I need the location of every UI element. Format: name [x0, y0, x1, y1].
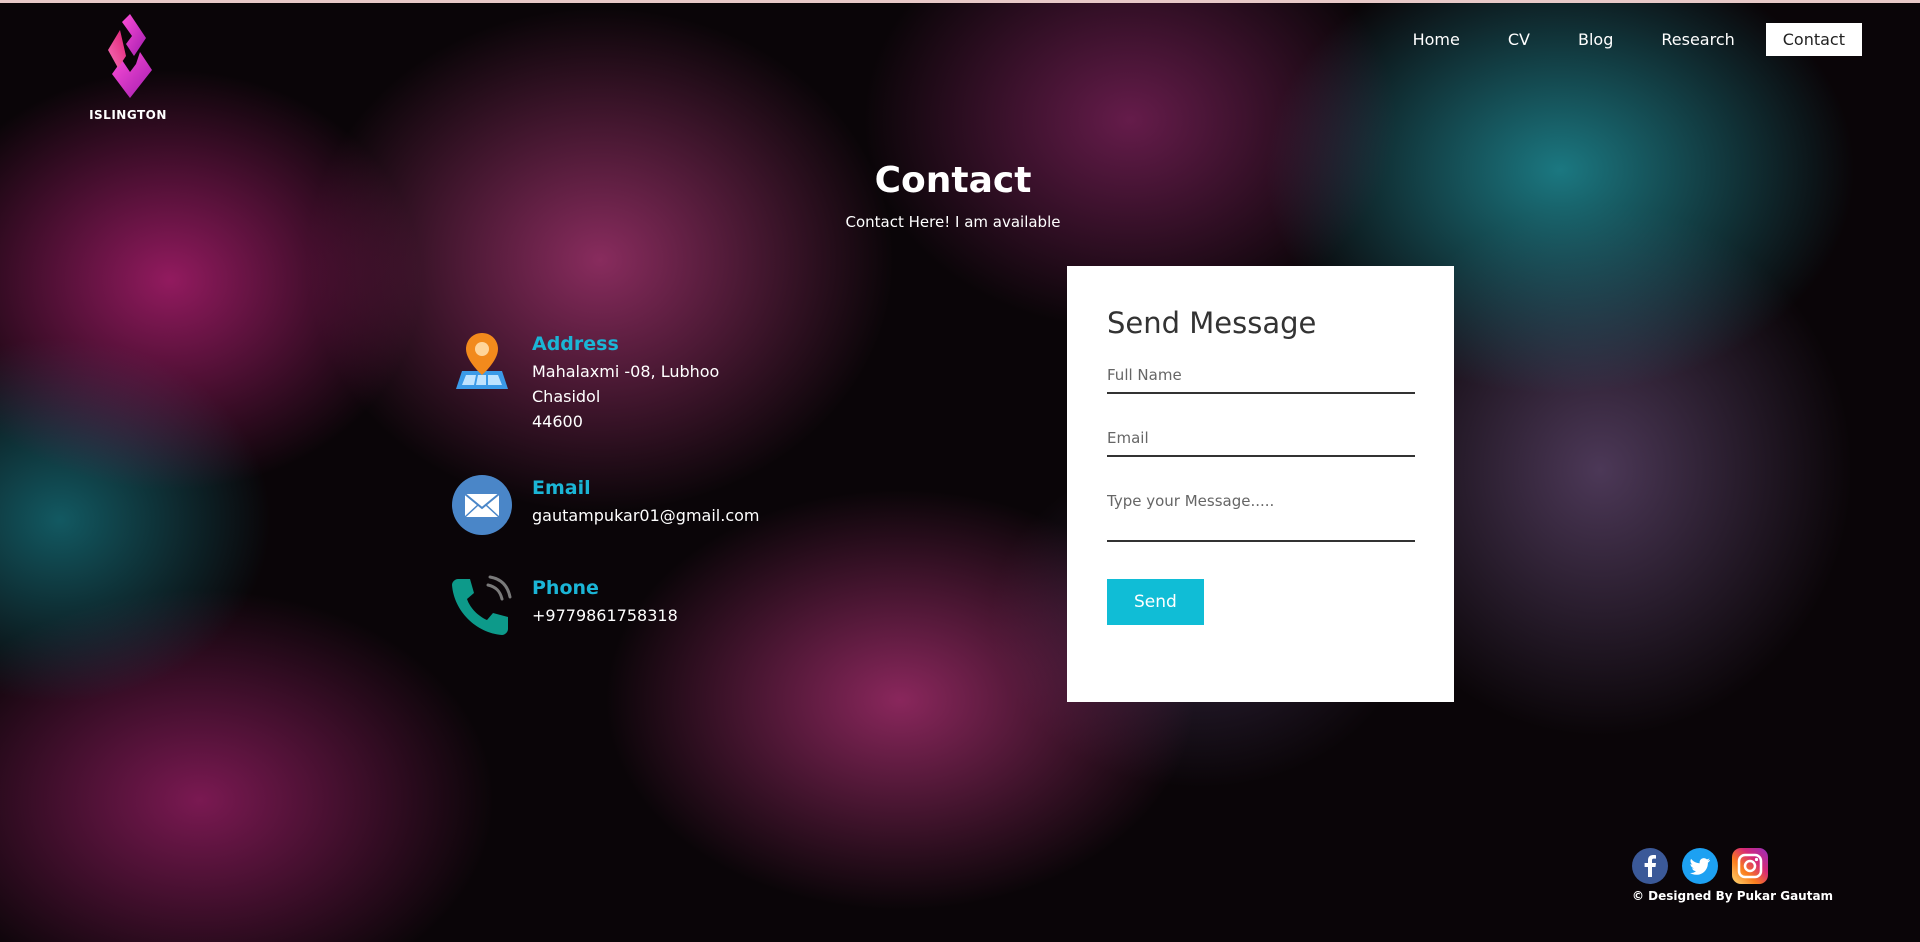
message-textarea[interactable] [1107, 484, 1415, 542]
page-heading: Contact Contact Here! I am available [0, 160, 1906, 231]
facebook-icon[interactable] [1632, 848, 1668, 884]
footer-credit: © Designed By Pukar Gautam [1632, 889, 1834, 903]
brand-logo[interactable]: ISLINGTON [86, 12, 170, 122]
send-button[interactable]: Send [1107, 579, 1204, 625]
phone-icon [452, 575, 512, 635]
nav-cv[interactable]: CV [1491, 23, 1547, 56]
twitter-icon[interactable] [1682, 848, 1718, 884]
nav-research[interactable]: Research [1644, 23, 1751, 56]
nav-contact[interactable]: Contact [1765, 23, 1862, 56]
phone-title: Phone [532, 577, 599, 599]
top-border [0, 0, 1920, 3]
nav-home[interactable]: Home [1396, 23, 1477, 56]
address-line-1: Mahalaxmi -08, Lubhoo [532, 362, 720, 381]
address-line-2: Chasidol [532, 387, 601, 406]
address-block: Address Mahalaxmi -08, Lubhoo Chasidol 4… [452, 331, 719, 434]
social-links [1632, 848, 1768, 884]
email-value[interactable]: gautampukar01@gmail.com [532, 503, 759, 528]
islington-logo-icon [108, 14, 152, 98]
full-name-input[interactable] [1107, 358, 1415, 394]
main-nav: Home CV Blog Research Contact [1396, 23, 1862, 56]
form-title: Send Message [1107, 306, 1317, 340]
phone-value[interactable]: +9779861758318 [532, 603, 678, 628]
page-subtitle: Contact Here! I am available [845, 213, 1061, 231]
page-title: Contact [874, 160, 1032, 201]
map-pin-icon [456, 333, 508, 389]
address-line-3: 44600 [532, 412, 583, 431]
nav-blog[interactable]: Blog [1561, 23, 1630, 56]
address-title: Address [532, 333, 619, 355]
email-block: Email gautampukar01@gmail.com [452, 475, 759, 535]
envelope-icon [452, 475, 512, 535]
email-title: Email [532, 477, 591, 499]
instagram-icon[interactable] [1732, 848, 1768, 884]
brand-name: ISLINGTON [89, 108, 167, 122]
send-message-form: Send Message Send [1067, 266, 1454, 702]
email-input[interactable] [1107, 421, 1415, 457]
phone-block: Phone +9779861758318 [452, 575, 678, 635]
